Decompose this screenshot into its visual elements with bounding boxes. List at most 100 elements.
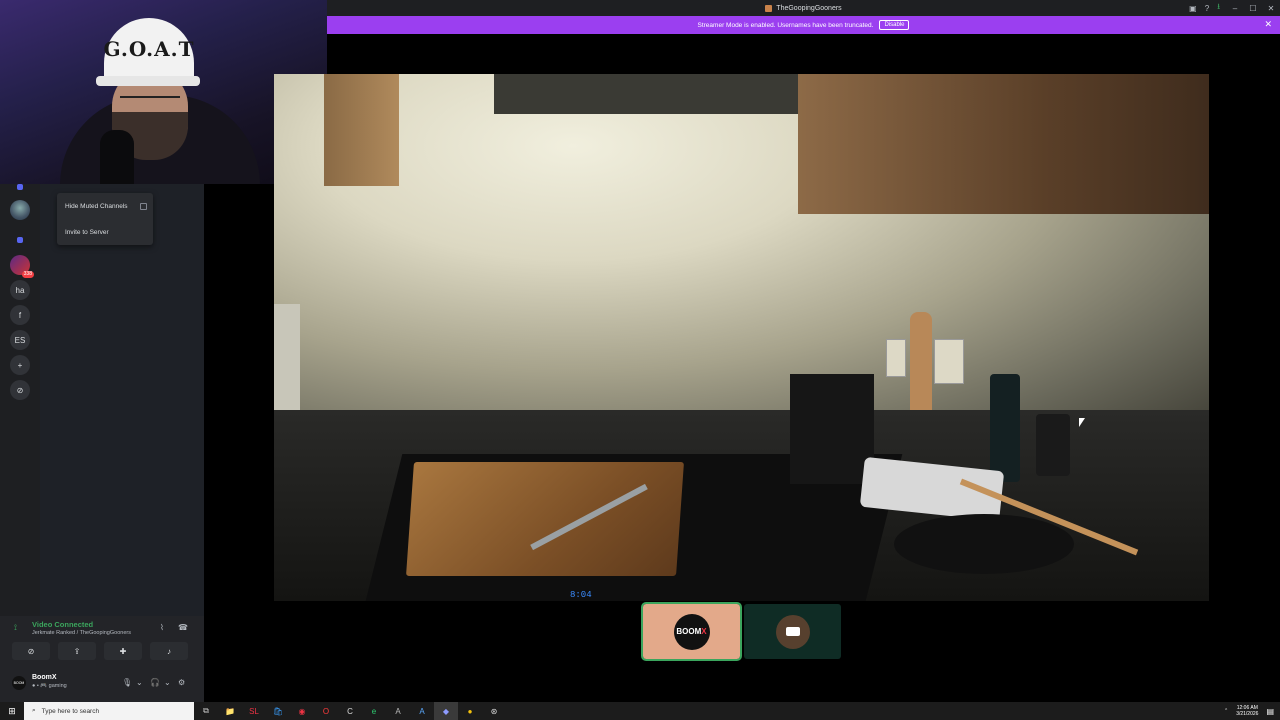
disable-streamer-mode-button[interactable]: Disable [879,20,910,30]
start-button[interactable]: ⊞ [0,702,24,720]
discord-icon[interactable]: ◆ [434,702,458,720]
user-panel: BOOM BoomX ● • 🎮 gaming 🎙 ⌄ 🎧 ⌄ ⚙ [0,668,204,702]
knife-block [790,374,874,484]
task-view-icon[interactable]: ⧉ [194,702,218,720]
activities-icon: ✚ [119,646,127,656]
webcam-cap: G.O.A.T [104,18,194,80]
minimize-button[interactable]: – [1226,0,1244,16]
activities-button[interactable]: ✚ [104,642,142,660]
mic-icon[interactable]: 🎙 [122,678,132,687]
server-es[interactable]: ES [10,330,30,350]
headset-icon[interactable]: 🎧 [150,678,160,687]
cabinet-left [324,74,399,186]
jar [1036,414,1070,476]
server-context-menu: Hide Muted Channels Invite to Server [57,193,153,245]
app-red-icon[interactable]: ◉ [290,702,314,720]
screen-share-icon: ⇪ [73,646,81,656]
range-hood [494,74,824,114]
menu-item-invite[interactable]: Invite to Server [65,229,147,236]
inbox-icon[interactable]: ▣ [1189,4,1197,13]
webcam-glasses [120,96,180,108]
dm-icon[interactable] [17,184,23,190]
tray-overflow-icon[interactable]: ⌃ [1224,708,1228,714]
pan [894,514,1074,574]
chrome-icon[interactable]: ● [458,702,482,720]
windows-taskbar: ⊞ ⌕ Type here to search ⧉ 📁 SL 🛍 ◉ O C e… [0,702,1280,720]
add-server-icon[interactable]: + [10,355,30,375]
voice-connection-panel: ⟟ Video Connected Jerkmate Ranked / TheG… [0,616,204,702]
taskbar-clock[interactable]: 12:06 AM 3/21/2026 [1236,705,1258,717]
server-ha[interactable]: ha [10,280,30,300]
server-avatar-1[interactable] [10,200,30,220]
webcam-cap-brim [96,76,200,86]
app-root: G.O.A.T TheGoopingGooners ▣ ? ⭳ – ☐ ✕ St… [0,0,1280,720]
download-icon[interactable]: ⭳ [1217,1,1220,15]
streamer-mode-banner: Streamer Mode is enabled. Usernames have… [327,16,1280,34]
avatar [775,614,810,649]
cabinet-right [798,74,1209,214]
soundboard-icon: ♪ [167,646,171,656]
server-avatar-2[interactable]: 338 [10,255,34,278]
opera-icon[interactable]: O [314,702,338,720]
notification-icon[interactable]: ▤ [1266,707,1274,716]
soundboard-button[interactable]: ♪ [150,642,188,660]
disconnect-icon[interactable]: ☎ [178,623,188,632]
signal-icon[interactable]: ⟟ [14,623,17,633]
camera-off-icon: ⊘ [27,646,35,656]
stream-video[interactable]: 8:04 [274,74,1209,601]
taskbar-search[interactable]: ⌕ Type here to search [24,702,194,720]
edge-icon[interactable]: e [362,702,386,720]
server-rail: 338 ha f ES + ⊘ [0,184,40,616]
banner-message: Streamer Mode is enabled. Usernames have… [697,21,874,29]
menu-item-label: Invite to Server [65,229,109,236]
titlebar-utilities: ▣ ? ⭳ [1189,0,1220,16]
cutting-board [406,462,684,576]
app-last-icon[interactable]: ⊛ [482,702,506,720]
avatar: BOOM X [673,613,710,650]
screen-share-button[interactable]: ⇪ [58,642,96,660]
webcam-microphone [100,130,134,184]
server-f[interactable]: f [10,305,30,325]
jar [990,374,1020,482]
outlet [886,339,906,377]
window-title: TheGoopingGooners [765,4,842,12]
avatar-text: BOOM [676,627,702,636]
window-title-text: TheGoopingGooners [776,4,842,12]
voice-status: Video Connected [32,620,94,629]
menu-item-hide-muted[interactable]: Hide Muted Channels [65,203,147,210]
stove-clock: 8:04 [570,590,592,600]
user-status: ● • 🎮 gaming [32,683,67,689]
clock-date: 3/21/2026 [1236,711,1259,717]
help-icon[interactable]: ? [1205,4,1209,13]
headset-caret-icon[interactable]: ⌄ [164,678,171,687]
username[interactable]: BoomX [32,674,57,681]
server-icon [765,4,773,12]
noise-suppression-icon[interactable]: ⌇ [160,623,164,632]
maximize-button[interactable]: ☐ [1244,0,1262,16]
close-window-button[interactable]: ✕ [1262,0,1280,16]
settings-icon[interactable]: ⚙ [178,678,185,687]
voice-channel[interactable]: Jerkmate Ranked / TheGoopingGooners [32,630,131,636]
file-explorer-icon[interactable]: 📁 [218,702,242,720]
search-icon: ⌕ [32,707,36,714]
mouse-cursor [1079,418,1085,427]
menu-item-label: Hide Muted Channels [65,203,128,210]
participant-tile-boomx[interactable]: BOOM X [641,602,742,661]
participant-tile-2[interactable] [744,604,841,659]
system-tray: ⌃ 12:06 AM 3/21/2026 ▤ [1224,702,1280,720]
mic-caret-icon[interactable]: ⌄ [136,678,143,687]
app-a2-icon[interactable]: A [410,702,434,720]
unread-badge: 338 [21,271,34,278]
ccleaner-icon[interactable]: C [338,702,362,720]
checkbox[interactable] [140,203,147,210]
app-sl-icon[interactable]: SL [242,702,266,720]
explore-icon[interactable]: ⊘ [10,380,30,400]
cap-text: G.O.A.T [103,37,195,61]
store-icon[interactable]: 🛍 [266,702,290,720]
folder-icon[interactable] [17,237,23,243]
app-a-icon[interactable]: A [386,702,410,720]
camera-off-button[interactable]: ⊘ [12,642,50,660]
window-titlebar: TheGoopingGooners ▣ ? ⭳ – ☐ ✕ [327,0,1280,16]
close-banner-icon[interactable]: ✕ [1264,19,1272,30]
avatar[interactable]: BOOM [12,676,26,690]
